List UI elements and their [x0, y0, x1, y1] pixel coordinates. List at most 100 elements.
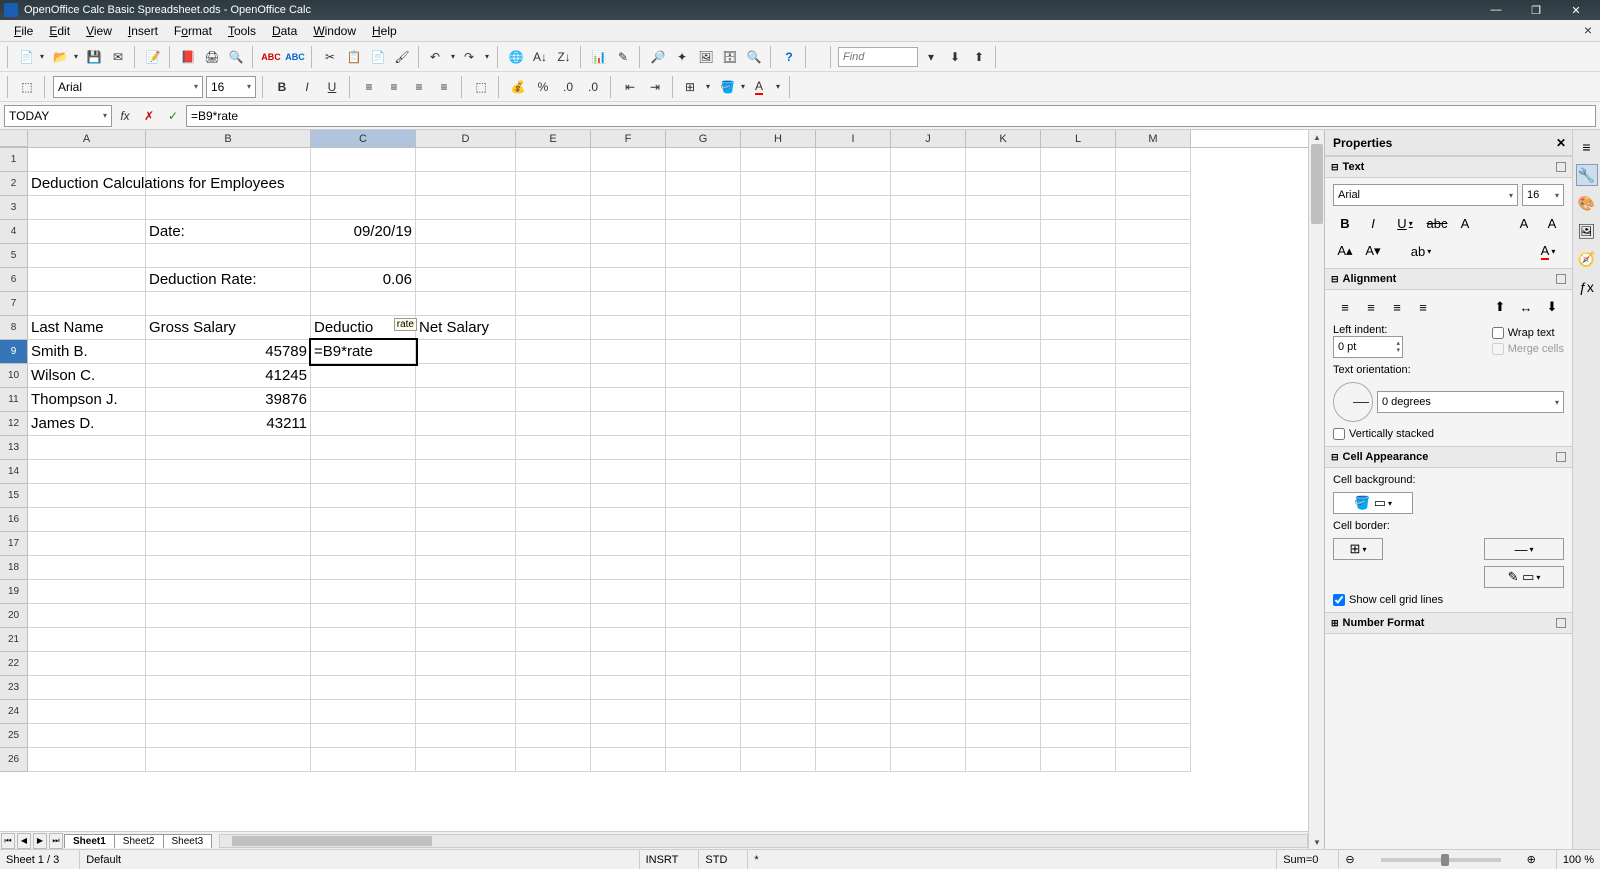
cell-D7[interactable]: [416, 292, 516, 316]
cell-H18[interactable]: [741, 556, 816, 580]
align-middle-button[interactable]: ↔: [1514, 296, 1538, 318]
cell-K23[interactable]: [966, 676, 1041, 700]
styles-deck-icon[interactable]: 🎨: [1576, 192, 1598, 214]
column-header-F[interactable]: F: [591, 130, 666, 147]
cell-I5[interactable]: [816, 244, 891, 268]
cell-K22[interactable]: [966, 652, 1041, 676]
cell-M23[interactable]: [1116, 676, 1191, 700]
cell-M14[interactable]: [1116, 460, 1191, 484]
cell-C14[interactable]: [311, 460, 416, 484]
cell-L22[interactable]: [1041, 652, 1116, 676]
row-header-23[interactable]: 23: [0, 676, 28, 700]
sidebar-fontsize-combo[interactable]: 16: [1522, 184, 1564, 206]
cell-I20[interactable]: [816, 604, 891, 628]
cell-H17[interactable]: [741, 532, 816, 556]
cell-I17[interactable]: [816, 532, 891, 556]
orientation-dial[interactable]: [1333, 382, 1373, 422]
zoom-out-button[interactable]: ⊖: [1338, 850, 1354, 869]
align-center-button[interactable]: ≡: [383, 76, 405, 98]
cell-G17[interactable]: [666, 532, 741, 556]
formula-input[interactable]: =B9*rate: [186, 105, 1596, 127]
cell-M20[interactable]: [1116, 604, 1191, 628]
cell-B25[interactable]: [146, 724, 311, 748]
cell-L19[interactable]: [1041, 580, 1116, 604]
align-justify-button[interactable]: ≡: [1411, 296, 1435, 318]
align-top-button[interactable]: ⬆: [1488, 296, 1512, 318]
status-selection-mode[interactable]: STD: [698, 850, 727, 869]
cell-C8[interactable]: Deductiorate: [311, 316, 416, 340]
currency-button[interactable]: 💰: [507, 76, 529, 98]
cell-F15[interactable]: [591, 484, 666, 508]
cell-A7[interactable]: [28, 292, 146, 316]
row-header-14[interactable]: 14: [0, 460, 28, 484]
cell-D2[interactable]: [416, 172, 516, 196]
cell-F22[interactable]: [591, 652, 666, 676]
cell-L21[interactable]: [1041, 628, 1116, 652]
cell-L4[interactable]: [1041, 220, 1116, 244]
cell-J8[interactable]: [891, 316, 966, 340]
sidebar-bold-button[interactable]: B: [1333, 212, 1357, 234]
cell-J26[interactable]: [891, 748, 966, 772]
cell-B15[interactable]: [146, 484, 311, 508]
cell-D8[interactable]: Net Salary: [416, 316, 516, 340]
navigator-deck-icon[interactable]: 🧭: [1576, 248, 1598, 270]
cell-I7[interactable]: [816, 292, 891, 316]
minimize-button[interactable]: —: [1476, 0, 1516, 20]
row-header-24[interactable]: 24: [0, 700, 28, 724]
zoom-slider[interactable]: [1381, 858, 1501, 862]
sidebar-settings-icon[interactable]: ≡: [1576, 136, 1598, 158]
cell-A11[interactable]: Thompson J.: [28, 388, 146, 412]
find-toolbar-input[interactable]: [838, 47, 918, 67]
cell-E7[interactable]: [516, 292, 591, 316]
row-header-26[interactable]: 26: [0, 748, 28, 772]
gallery-deck-icon[interactable]: 🖼: [1576, 220, 1598, 242]
cell-J16[interactable]: [891, 508, 966, 532]
sheet-tab-sheet3[interactable]: Sheet3: [163, 834, 213, 848]
cell-C26[interactable]: [311, 748, 416, 772]
cell-K21[interactable]: [966, 628, 1041, 652]
status-pagestyle[interactable]: Default: [79, 850, 121, 869]
cell-G25[interactable]: [666, 724, 741, 748]
cell-B19[interactable]: [146, 580, 311, 604]
cell-C16[interactable]: [311, 508, 416, 532]
panel-more-icon[interactable]: [1556, 162, 1566, 172]
cell-A9[interactable]: Smith B.: [28, 340, 146, 364]
row-header-15[interactable]: 15: [0, 484, 28, 508]
save-button[interactable]: 💾: [83, 46, 105, 68]
cell-L13[interactable]: [1041, 436, 1116, 460]
cell-H5[interactable]: [741, 244, 816, 268]
cell-M13[interactable]: [1116, 436, 1191, 460]
cell-C1[interactable]: [311, 148, 416, 172]
gallery-button[interactable]: 🖼: [695, 46, 717, 68]
new-button[interactable]: 📄: [15, 46, 47, 68]
cell-B16[interactable]: [146, 508, 311, 532]
cell-I12[interactable]: [816, 412, 891, 436]
underline-button[interactable]: U: [321, 76, 343, 98]
cell-M25[interactable]: [1116, 724, 1191, 748]
cell-B1[interactable]: [146, 148, 311, 172]
cell-F1[interactable]: [591, 148, 666, 172]
row-header-25[interactable]: 25: [0, 724, 28, 748]
cell-B18[interactable]: [146, 556, 311, 580]
cell-E10[interactable]: [516, 364, 591, 388]
cell-G1[interactable]: [666, 148, 741, 172]
cell-H24[interactable]: [741, 700, 816, 724]
cell-I4[interactable]: [816, 220, 891, 244]
cell-A1[interactable]: [28, 148, 146, 172]
cell-H8[interactable]: [741, 316, 816, 340]
cell-D22[interactable]: [416, 652, 516, 676]
cell-E2[interactable]: [516, 172, 591, 196]
cell-C25[interactable]: [311, 724, 416, 748]
cell-E14[interactable]: [516, 460, 591, 484]
cell-L7[interactable]: [1041, 292, 1116, 316]
find-replace-button[interactable]: 🔎: [647, 46, 669, 68]
cell-M26[interactable]: [1116, 748, 1191, 772]
row-header-18[interactable]: 18: [0, 556, 28, 580]
cell-G18[interactable]: [666, 556, 741, 580]
menu-window[interactable]: Window: [305, 22, 364, 40]
row-header-16[interactable]: 16: [0, 508, 28, 532]
next-sheet-button[interactable]: ▶: [33, 833, 47, 849]
cell-J12[interactable]: [891, 412, 966, 436]
cell-E25[interactable]: [516, 724, 591, 748]
cell-C17[interactable]: [311, 532, 416, 556]
